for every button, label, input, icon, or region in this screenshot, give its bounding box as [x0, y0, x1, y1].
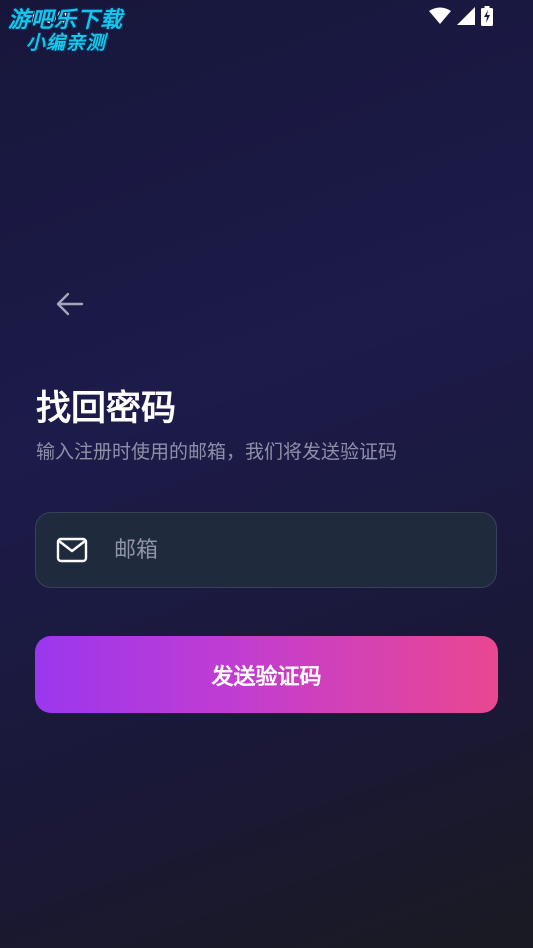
watermark-line1: 游吧乐下载: [8, 8, 124, 33]
mail-icon: [56, 537, 88, 563]
watermark-logo: 游吧乐下载 小编亲测: [8, 10, 123, 53]
back-button[interactable]: [50, 286, 90, 326]
email-input[interactable]: [114, 513, 496, 587]
wifi-icon: [429, 7, 451, 29]
send-code-button[interactable]: 发送验证码: [35, 636, 498, 713]
watermark-line2: 小编亲测: [26, 32, 107, 54]
status-icons: [429, 6, 493, 30]
cell-signal-icon: [457, 7, 475, 29]
page-subtitle: 输入注册时使用的邮箱，我们将发送验证码: [36, 441, 398, 463]
arrow-left-icon: [56, 292, 84, 320]
page-title: 找回密码: [36, 389, 177, 429]
battery-charging-icon: [481, 6, 493, 30]
email-field[interactable]: [35, 512, 497, 588]
